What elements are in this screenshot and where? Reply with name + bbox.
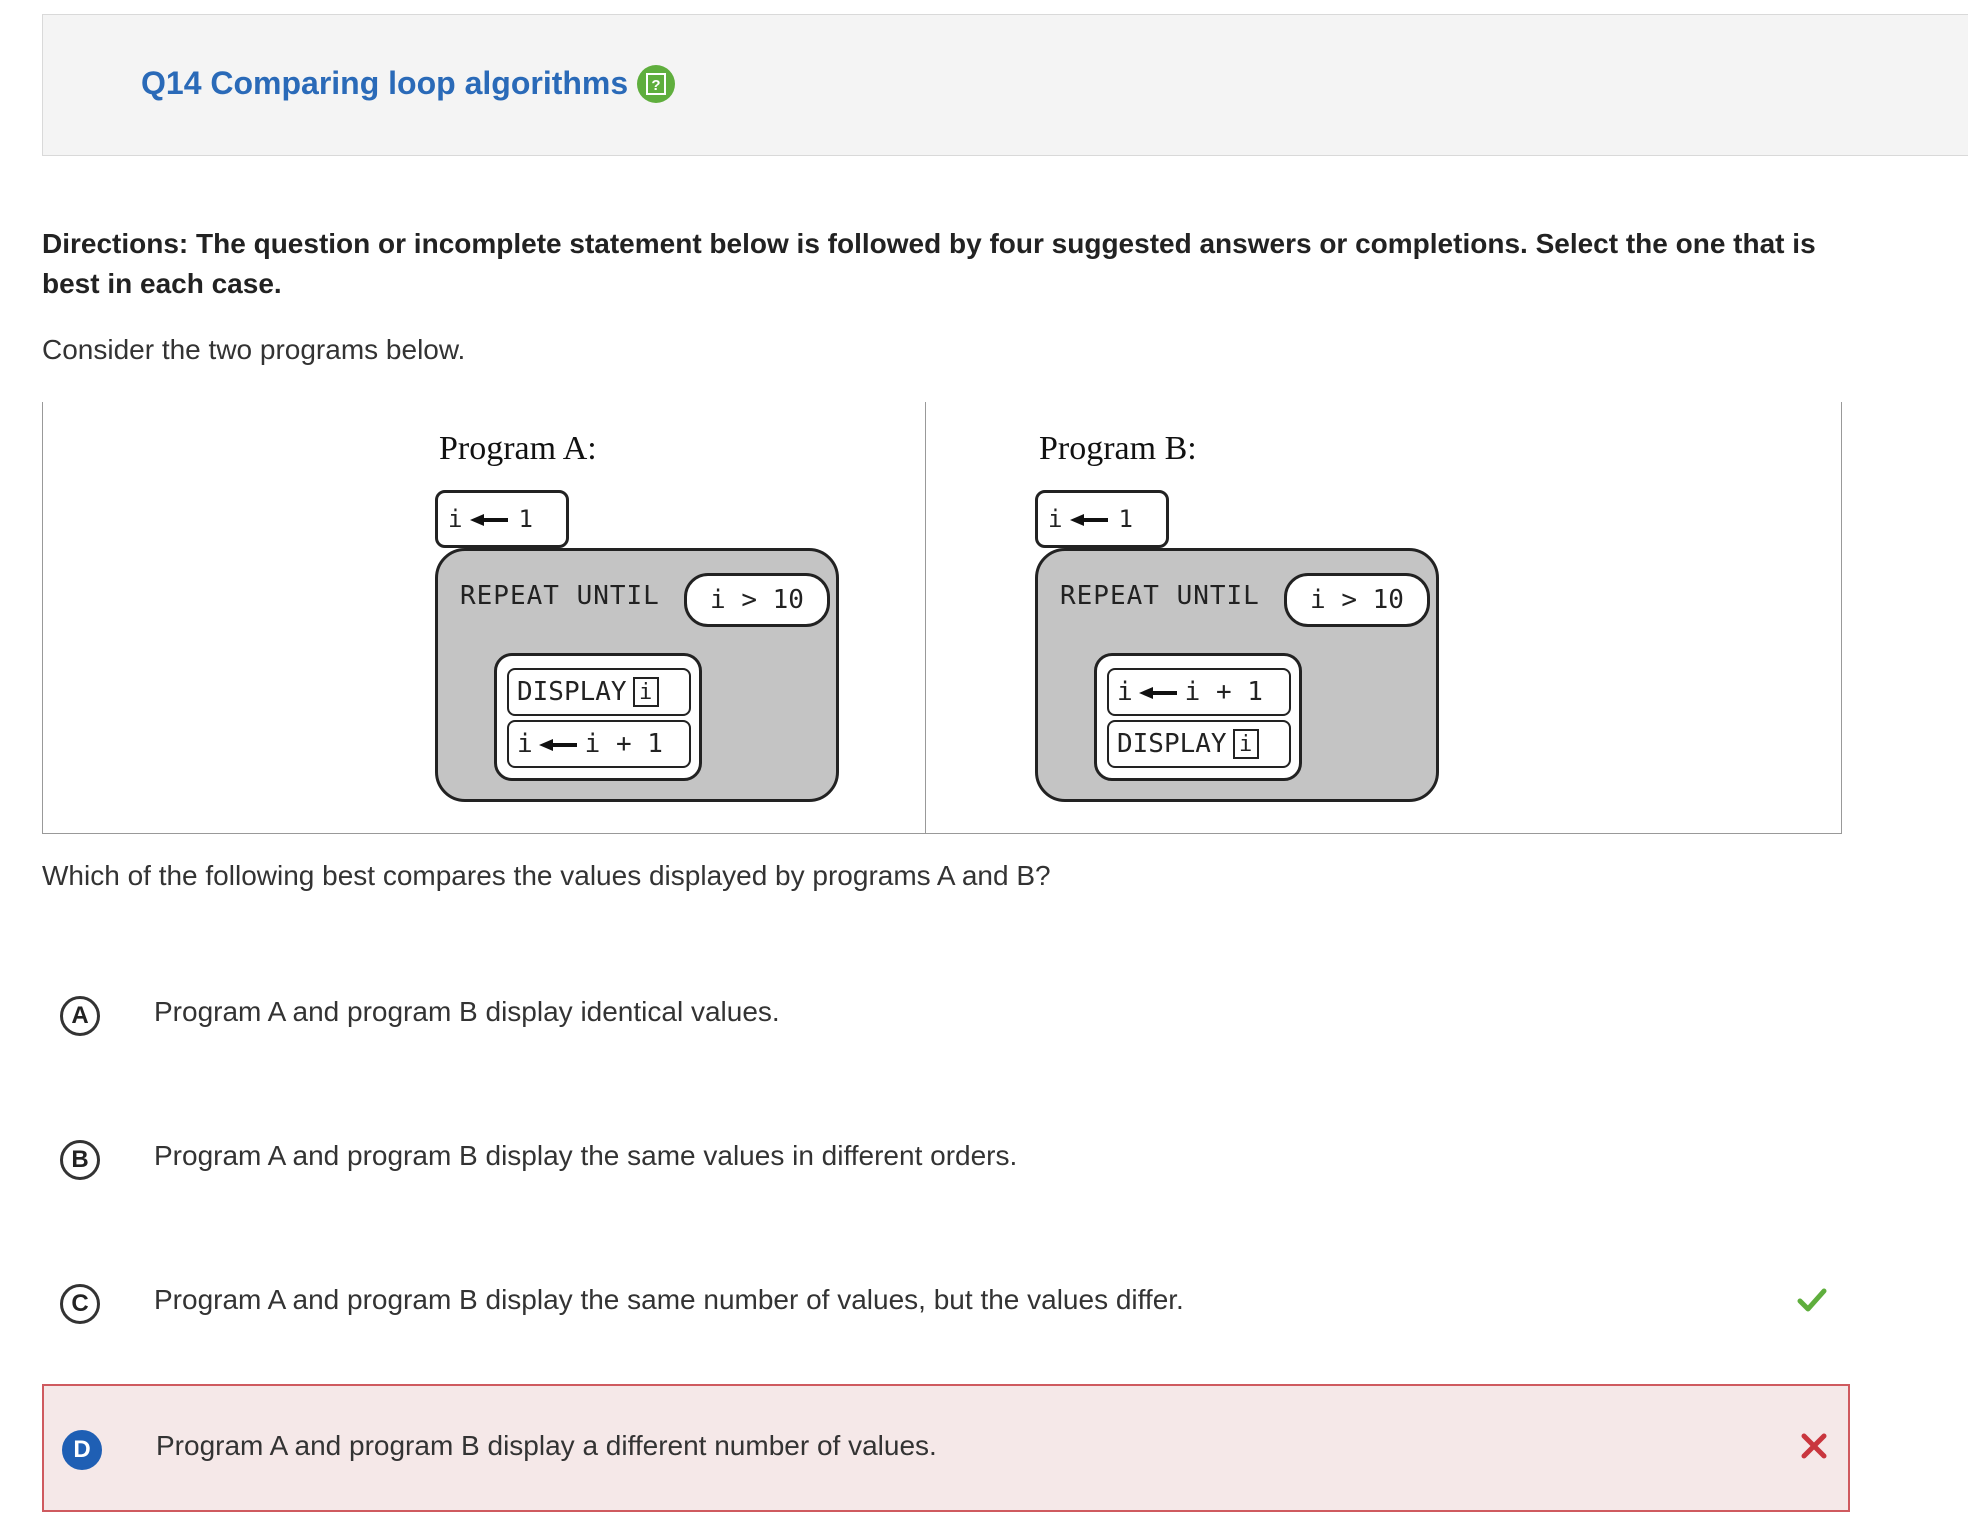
question-text: Which of the following best compares the… (42, 860, 1051, 891)
question-header: Q14 Comparing loop algorithms ? (42, 14, 1968, 156)
assign-arrow-icon (1070, 505, 1110, 533)
repeat-body: i i + 1 DISPLAY i (1094, 653, 1302, 781)
option-letter-badge[interactable]: B (60, 1140, 100, 1180)
option-letter-badge[interactable]: A (60, 996, 100, 1036)
display-keyword: DISPLAY (1117, 729, 1227, 759)
help-question-icon[interactable]: ? (637, 65, 675, 103)
program-b-init: i 1 (1035, 490, 1169, 548)
program-b-label: Program B: (1039, 430, 1197, 467)
display-keyword: DISPLAY (517, 677, 627, 707)
prompt-text: Consider the two programs below. (42, 334, 466, 365)
program-b-display-stmt: DISPLAY i (1107, 720, 1291, 768)
repeat-body: DISPLAY i i i + 1 (494, 653, 702, 781)
program-a-label: Program A: (439, 430, 597, 467)
program-a-display-stmt: DISPLAY i (507, 668, 691, 716)
program-a-increment-stmt: i i + 1 (507, 720, 691, 768)
program-b-increment-stmt: i i + 1 (1107, 668, 1291, 716)
repeat-until-label: REPEAT UNTIL (460, 581, 660, 611)
option-text[interactable]: Program A and program B display the same… (154, 1284, 1184, 1316)
svg-text:?: ? (651, 77, 660, 94)
assign-arrow-icon (1138, 677, 1179, 707)
option-text[interactable]: Program A and program B display a differ… (156, 1430, 937, 1462)
assign-arrow-icon (470, 505, 510, 533)
init-var: i (448, 505, 463, 533)
option-b[interactable]: B Program A and program B display the sa… (42, 1096, 1850, 1224)
option-text[interactable]: Program A and program B display identica… (154, 996, 780, 1028)
repeat-condition: i > 10 (684, 573, 830, 627)
option-text[interactable]: Program A and program B display the same… (154, 1140, 1017, 1172)
question-title[interactable]: Q14 Comparing loop algorithms (141, 65, 628, 102)
init-value: 1 (1118, 505, 1133, 533)
figure-divider (925, 402, 926, 834)
repeat-until-label: REPEAT UNTIL (1060, 581, 1260, 611)
programs-figure: Program A: i 1 REPEAT UNTIL i > 10 DISPL… (42, 402, 1842, 834)
assign-var: i (517, 729, 533, 759)
assign-expr: i + 1 (584, 729, 663, 759)
assign-var: i (1117, 677, 1133, 707)
directions-text: Directions: The question or incomplete s… (42, 228, 1816, 299)
option-a[interactable]: A Program A and program B display identi… (42, 952, 1850, 1080)
program-a-repeat-block: REPEAT UNTIL i > 10 DISPLAY i i i + 1 (435, 548, 839, 802)
option-letter-badge[interactable]: D (62, 1430, 102, 1470)
display-var: i (1232, 729, 1259, 759)
program-b-repeat-block: REPEAT UNTIL i > 10 i i + 1 DISPLAY i (1035, 548, 1439, 802)
repeat-condition: i > 10 (1284, 573, 1430, 627)
option-letter-badge[interactable]: C (60, 1284, 100, 1324)
program-a: Program A: i 1 REPEAT UNTIL i > 10 DISPL… (431, 402, 851, 834)
init-var: i (1048, 505, 1063, 533)
check-icon (1796, 1284, 1828, 1321)
program-a-init: i 1 (435, 490, 569, 548)
option-c[interactable]: C Program A and program B display the sa… (42, 1240, 1850, 1368)
option-d[interactable]: D Program A and program B display a diff… (42, 1384, 1850, 1512)
x-icon (1798, 1430, 1830, 1467)
assign-expr: i + 1 (1184, 677, 1263, 707)
init-value: 1 (518, 505, 533, 533)
display-var: i (632, 677, 659, 707)
program-b: Program B: i 1 REPEAT UNTIL i > 10 i i +… (1031, 402, 1451, 834)
assign-arrow-icon (538, 729, 579, 759)
